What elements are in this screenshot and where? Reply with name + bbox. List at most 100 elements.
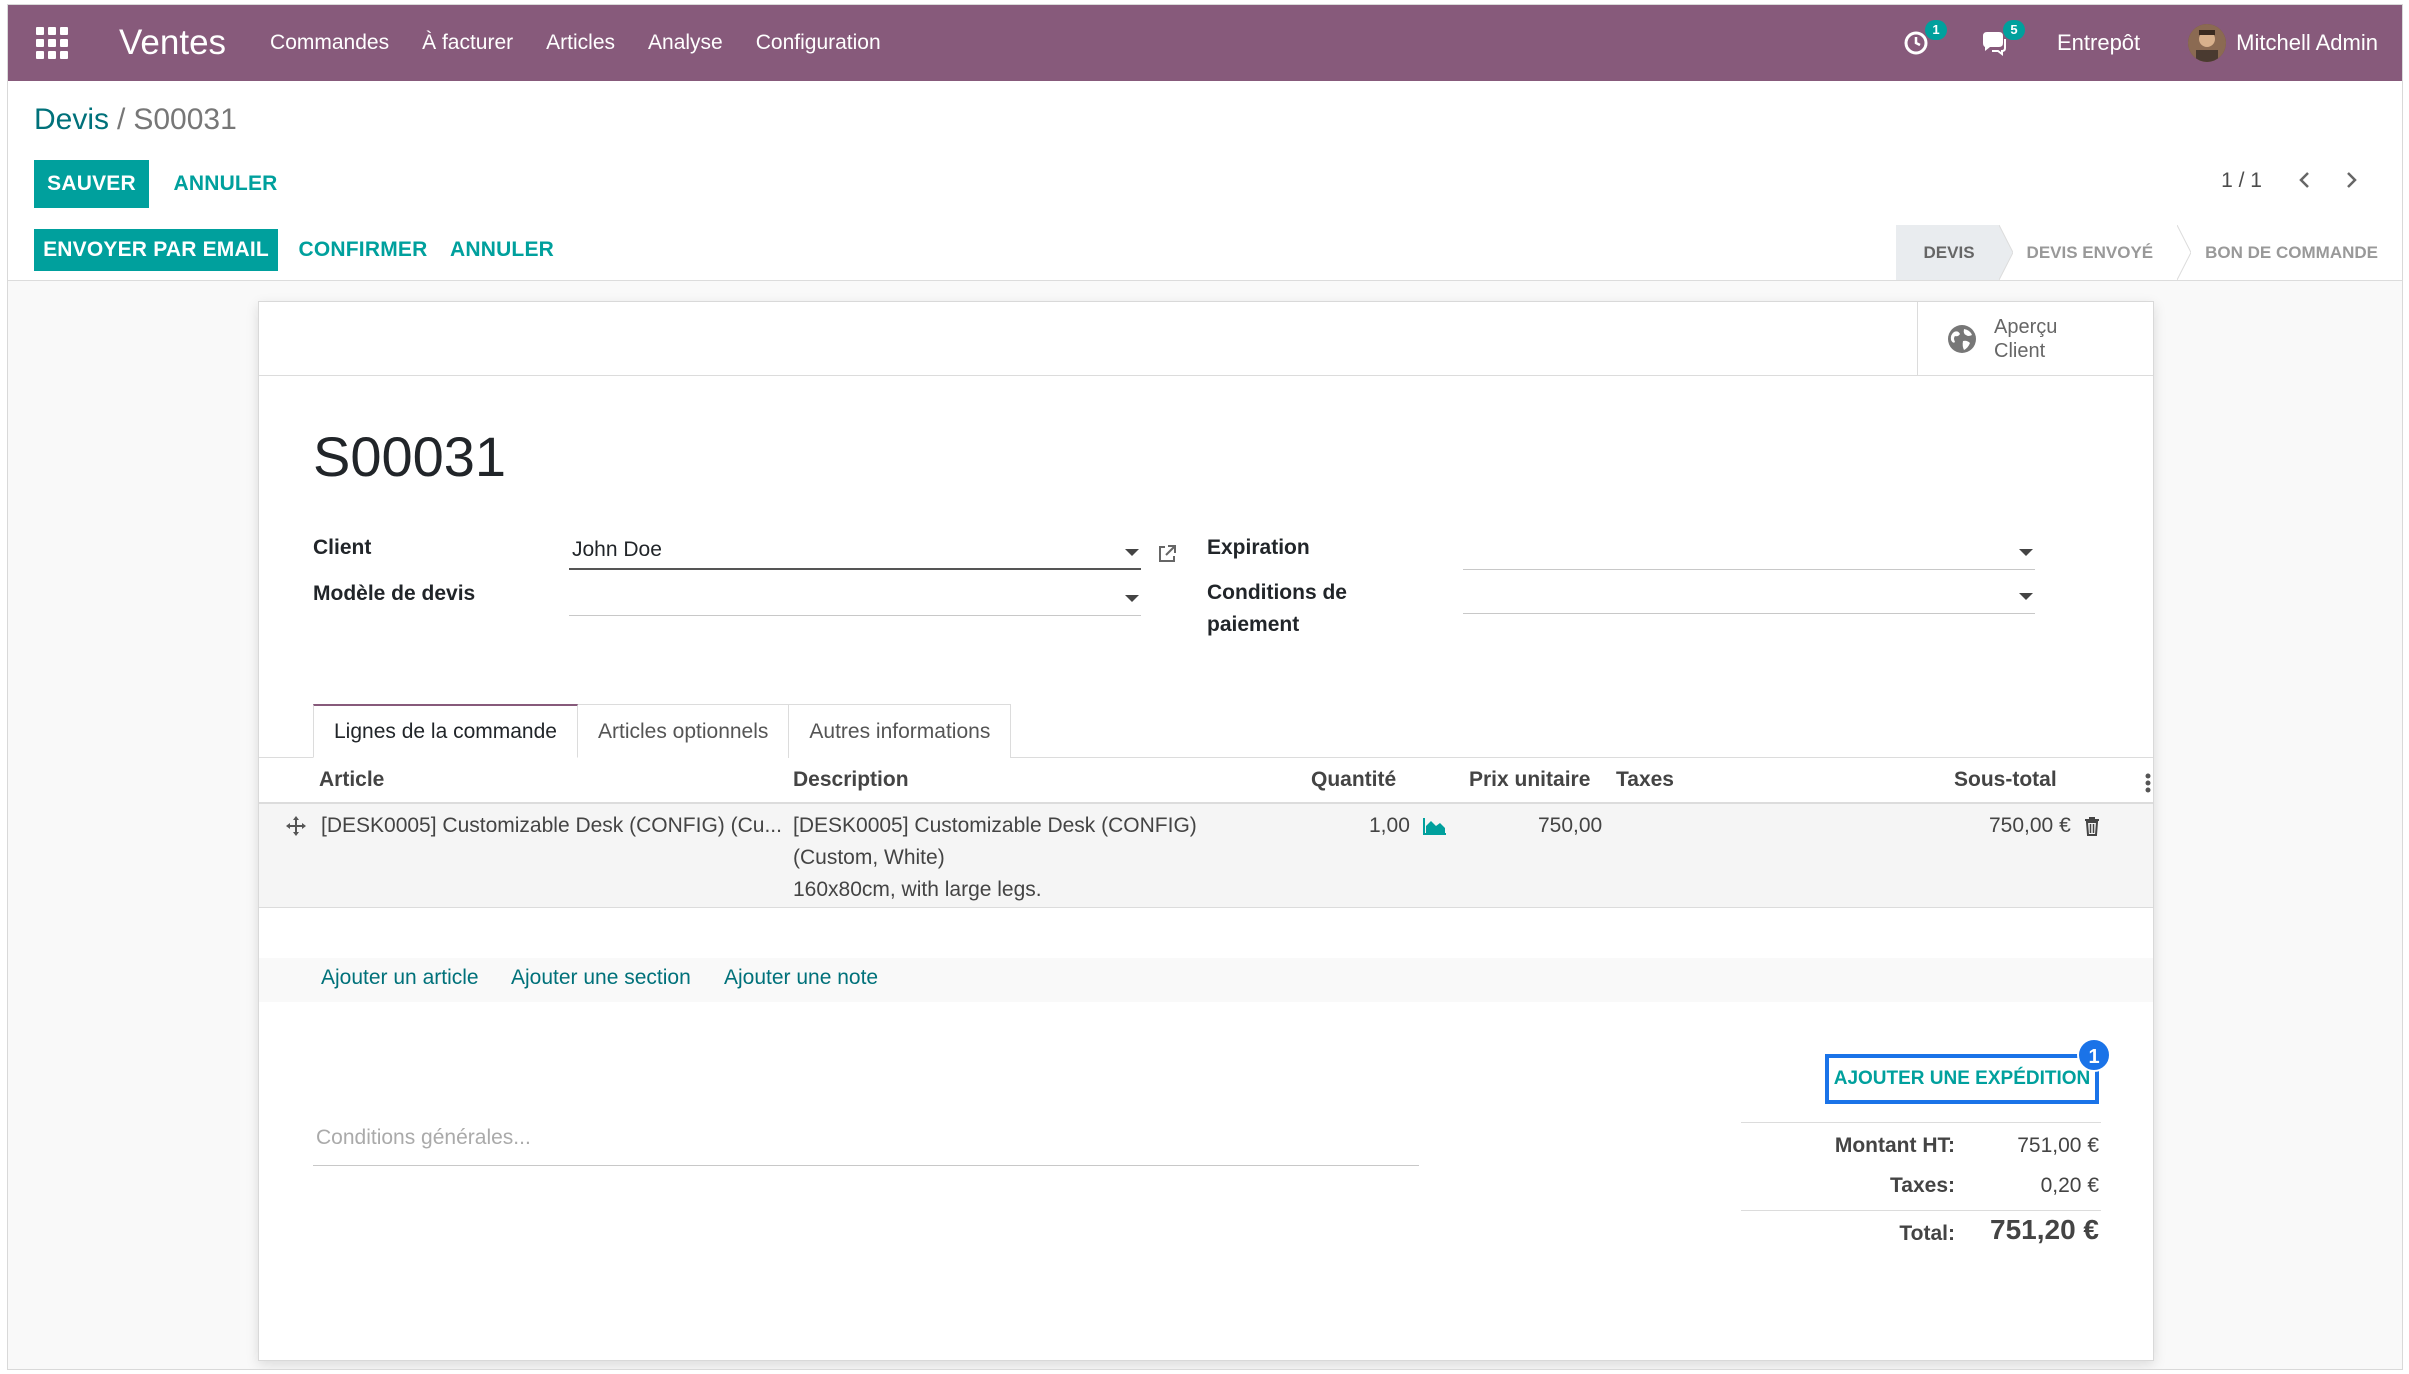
status-steps: DEVIS DEVIS ENVOYÉ BON DE COMMANDE [1895,225,2402,280]
order-lines-header: Article Description Quantité Prix unitai… [259,758,2153,804]
form-sheet: Aperçu Client S00031 Client John Doe Mod… [258,301,2154,1361]
row-unit-price[interactable]: 750,00 [1538,810,1602,842]
optional-columns-icon[interactable] [2145,772,2151,794]
status-step-label: BON DE COMMANDE [2205,242,2378,262]
client-field[interactable]: John Doe [569,534,1141,570]
add-shipping-button[interactable]: AJOUTER UNE EXPÉDITION 1 [1825,1038,2111,1104]
column-quantity[interactable]: Quantité [1311,768,1396,792]
control-panel: Devis / S00031 SAUVER ANNULER 1 / 1 [8,81,2402,226]
terms-conditions-field[interactable]: Conditions générales... [313,1116,1419,1166]
quote-template-field[interactable] [569,580,1141,616]
button-box: Aperçu Client [259,302,2153,376]
menu-articles[interactable]: Articles [546,31,615,55]
customer-preview-button[interactable]: Aperçu Client [1917,302,2153,376]
menu-commandes[interactable]: Commandes [270,31,389,55]
row-subtotal: 750,00 € [1989,814,2071,837]
top-navbar: Ventes Commandes À facturer Articles Ana… [8,5,2402,81]
messages-chat-icon[interactable]: 5 [1979,20,2025,58]
status-step-devis[interactable]: DEVIS [1895,225,2013,280]
menu-a-facturer[interactable]: À facturer [422,31,513,55]
delete-trash-icon[interactable] [2083,816,2101,836]
activity-count-badge: 1 [1924,20,1947,40]
column-unit-price[interactable]: Prix unitaire [1469,768,1590,792]
totals-divider [1741,1210,2101,1211]
cancel-button[interactable]: ANNULER [448,229,556,271]
breadcrumb-current: S00031 [133,103,237,136]
add-note-link[interactable]: Ajouter une note [724,966,878,990]
column-taxes[interactable]: Taxes [1616,768,1674,792]
add-shipping-label: AJOUTER UNE EXPÉDITION [1833,1068,2091,1089]
row-description-line2[interactable]: (Custom, White) [793,842,945,874]
taxes-label: Taxes: [1890,1174,1955,1197]
pager-previous-icon[interactable] [2290,165,2320,195]
client-dropdown-icon[interactable] [1125,549,1139,556]
untaxed-amount-value: 751,00 € [2017,1134,2099,1157]
confirm-button[interactable]: CONFIRMER [298,229,428,271]
column-description[interactable]: Description [793,768,909,792]
user-menu[interactable]: Mitchell Admin [2188,24,2378,62]
company-switcher[interactable]: Entrepôt [2057,30,2140,56]
client-value: John Doe [572,538,662,561]
drag-handle-icon[interactable] [285,815,307,837]
quote-template-label: Modèle de devis [313,582,476,605]
app-window: Ventes Commandes À facturer Articles Ana… [7,4,2403,1370]
add-section-link[interactable]: Ajouter une section [511,966,691,990]
highlight-badge: 1 [2077,1038,2111,1072]
activity-clock-icon[interactable]: 1 [1901,20,1947,58]
forecast-area-chart-icon[interactable] [1423,816,1447,836]
totals-divider [1741,1122,2101,1123]
row-article[interactable]: [DESK0005] Customizable Desk (CONFIG) (C… [321,810,782,842]
navbar-systray: 1 5 Entrepôt Mitchell Admin [1901,5,2378,81]
row-description-line1[interactable]: [DESK0005] Customizable Desk (CONFIG) [793,810,1197,842]
payment-terms-label-line2: paiement [1207,613,1300,636]
terms-placeholder: Conditions générales... [316,1126,531,1149]
add-line-row: Ajouter un article Ajouter une section A… [259,958,2153,1002]
payment-terms-label-line1: Conditions de [1207,581,1347,604]
message-count-badge: 5 [2002,20,2025,40]
taxes-value: 0,20 € [2040,1174,2099,1197]
avatar [2188,24,2227,62]
status-step-label: DEVIS ENVOYÉ [2026,242,2154,262]
total-value: 751,20 € [1990,1214,2099,1245]
breadcrumb-devis[interactable]: Devis [34,103,109,136]
tab-other-info[interactable]: Autres informations [788,704,1012,758]
tab-order-lines[interactable]: Lignes de la commande [313,704,578,758]
payment-terms-label: Conditions de paiement [1207,577,1347,641]
expiration-label: Expiration [1207,536,1310,559]
payment-terms-field[interactable] [1463,578,2035,614]
quote-template-dropdown-icon[interactable] [1125,595,1139,602]
save-button[interactable]: SAUVER [34,160,149,208]
record-title: S00031 [313,425,507,488]
add-article-link[interactable]: Ajouter un article [321,966,479,990]
status-step-label: DEVIS [1923,242,1975,262]
client-label: Client [313,536,372,559]
expiration-dropdown-icon[interactable] [2019,549,2033,556]
preview-label-line2: Client [1994,340,2046,362]
column-article[interactable]: Article [319,768,384,792]
untaxed-amount-label: Montant HT: [1834,1134,1955,1157]
status-step-devis-envoye[interactable]: DEVIS ENVOYÉ [1998,225,2192,280]
expiration-field[interactable] [1463,534,2035,570]
breadcrumb: Devis / S00031 [34,103,237,137]
status-step-bon-de-commande[interactable]: BON DE COMMANDE [2177,225,2402,280]
pager-value[interactable]: 1 / 1 [2221,169,2262,193]
column-subtotal[interactable]: Sous-total [1954,768,2057,792]
row-description-line3[interactable]: 160x80cm, with large legs. [793,874,1042,906]
notebook-tabs: Lignes de la commande Articles optionnel… [313,704,1012,758]
tab-optional-products[interactable]: Articles optionnels [576,704,790,758]
apps-menu-icon[interactable] [32,23,72,63]
row-quantity[interactable]: 1,00 [1369,810,1410,842]
status-bar: ENVOYER PAR EMAIL CONFIRMER ANNULER DEVI… [8,225,2402,281]
menu-analyse[interactable]: Analyse [648,31,723,55]
menu-configuration[interactable]: Configuration [756,31,881,55]
app-name[interactable]: Ventes [119,23,226,63]
globe-icon [1948,325,1976,353]
discard-button[interactable]: ANNULER [168,160,283,208]
send-by-email-button[interactable]: ENVOYER PAR EMAIL [34,229,278,271]
external-link-icon[interactable] [1155,542,1179,566]
preview-label-line1: Aperçu [1994,316,2058,338]
pager-next-icon[interactable] [2336,165,2366,195]
table-row[interactable]: [DESK0005] Customizable Desk (CONFIG) (C… [259,804,2153,908]
user-name: Mitchell Admin [2236,30,2378,55]
payment-terms-dropdown-icon[interactable] [2019,593,2033,600]
